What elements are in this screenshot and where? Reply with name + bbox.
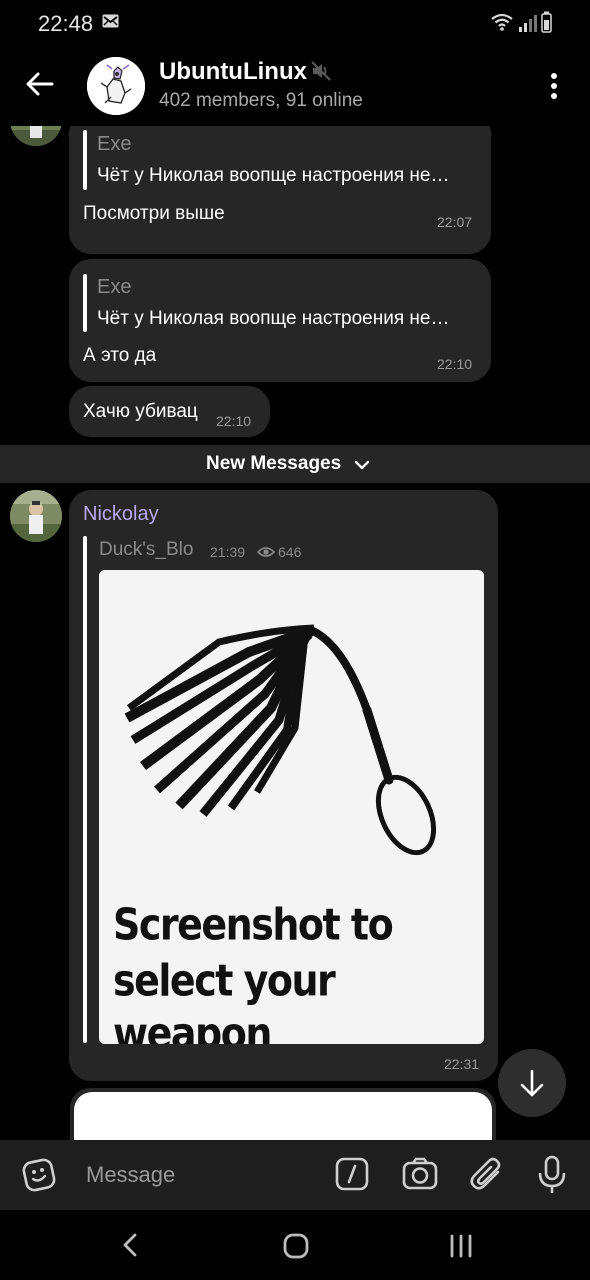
signal-battery-icon: [490, 10, 554, 34]
message-input-bar: [0, 1140, 590, 1210]
arrow-down-icon: [520, 1069, 544, 1097]
new-messages-label: New Messages: [206, 453, 342, 474]
message-bubble[interactable]: [70, 1088, 496, 1140]
chat-title[interactable]: UbuntuLinux: [159, 58, 307, 86]
message-bubble[interactable]: Exe Чёт у Николая воопще настроения не… …: [69, 126, 491, 254]
sticker-emoji-icon[interactable]: [20, 1156, 58, 1194]
sender-name[interactable]: Nickolay: [83, 503, 159, 526]
message-time: 22:07: [437, 214, 473, 230]
status-bar: 22:48: [0, 0, 590, 48]
scroll-to-bottom-button[interactable]: [498, 1049, 566, 1117]
user-avatar[interactable]: [10, 490, 62, 542]
forwarded-message-bubble[interactable]: Nickolay Duck's_Blo 21:39 646 Screenshot…: [69, 490, 498, 1081]
message-bubble[interactable]: Exe Чёт у Николая воопще настроения не… …: [69, 259, 491, 382]
group-avatar[interactable]: [87, 57, 145, 115]
meme-caption-line2: select your weapon: [113, 955, 336, 1044]
meme-image[interactable]: Screenshot to select your weapon: [99, 570, 484, 1044]
message-input[interactable]: [86, 1160, 316, 1190]
reply-preview[interactable]: Чёт у Николая воопще настроения не…: [97, 165, 469, 187]
views-count: 646: [278, 544, 302, 560]
nav-home-icon[interactable]: [282, 1232, 310, 1260]
message-time: 22:10: [216, 413, 252, 429]
message-time: 22:31: [444, 1056, 480, 1072]
nav-back-icon[interactable]: [118, 1232, 142, 1258]
forward-source[interactable]: Duck's_Blo: [99, 539, 193, 561]
attach-paperclip-icon[interactable]: [468, 1154, 506, 1194]
new-messages-divider[interactable]: New Messages: [0, 445, 590, 483]
views-eye-icon: [256, 545, 276, 557]
user-avatar[interactable]: [10, 126, 62, 146]
forward-source-time: 21:39: [210, 544, 246, 560]
back-arrow-icon[interactable]: [22, 66, 58, 102]
message-time: 22:10: [437, 356, 473, 372]
chevron-down-icon: [354, 458, 370, 470]
chat-messages-area[interactable]: Exe Чёт у Николая воопще настроения не… …: [0, 126, 590, 1140]
bot-commands-icon[interactable]: [334, 1156, 370, 1192]
image-preview[interactable]: [74, 1092, 492, 1140]
reply-preview[interactable]: Чёт у Николая воопще настроения не…: [97, 308, 469, 330]
message-text: А это да: [83, 345, 157, 366]
reply-bar: [83, 274, 87, 332]
forward-bar: [83, 536, 87, 1043]
reply-author[interactable]: Exe: [97, 276, 131, 299]
chat-subtitle: 402 members, 91 online: [159, 90, 363, 111]
microphone-icon[interactable]: [536, 1154, 568, 1196]
nav-recent-apps-icon[interactable]: [448, 1234, 474, 1258]
meme-caption-line1: Screenshot to: [113, 899, 394, 950]
more-menu-icon[interactable]: [540, 68, 568, 104]
system-nav-bar: [0, 1210, 590, 1280]
message-bubble[interactable]: Хачю убивац 22:10: [69, 386, 270, 437]
message-text: Посмотри выше: [83, 203, 225, 224]
status-time: 22:48: [38, 11, 94, 36]
camera-icon[interactable]: [401, 1156, 439, 1192]
reply-author[interactable]: Exe: [97, 133, 131, 156]
message-text: Хачю убивац: [83, 401, 198, 422]
mail-notification-icon: [102, 14, 119, 28]
muted-speaker-icon: [310, 60, 332, 82]
reply-bar: [83, 130, 87, 190]
chat-header: UbuntuLinux 402 members, 91 online: [0, 48, 590, 126]
